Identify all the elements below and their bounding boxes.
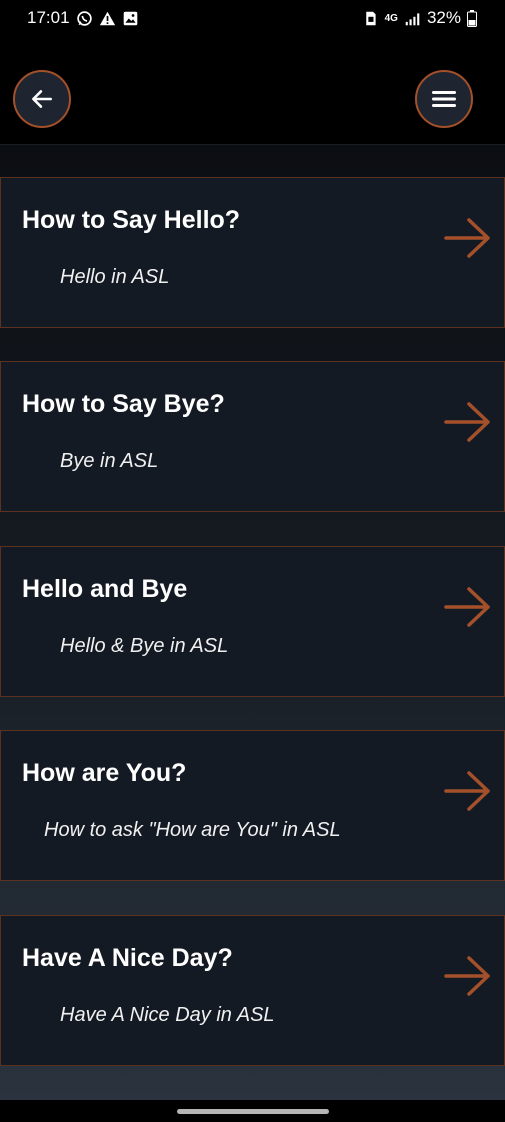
menu-button[interactable] xyxy=(415,70,473,128)
card-subtitle: Hello in ASL xyxy=(60,266,170,288)
battery-icon xyxy=(467,9,477,27)
arrow-right-icon[interactable] xyxy=(443,216,493,260)
card-title: How are You? xyxy=(22,759,187,787)
navigation-bar xyxy=(0,1100,505,1122)
arrow-right-icon[interactable] xyxy=(443,400,493,444)
warning-icon xyxy=(99,11,115,25)
lesson-card-how-are-you[interactable]: How are You? How to ask "How are You" in… xyxy=(0,730,505,881)
arrow-right-icon[interactable] xyxy=(443,769,493,813)
back-button[interactable] xyxy=(13,70,71,128)
lesson-card-hello-and-bye[interactable]: Hello and Bye Hello & Bye in ASL xyxy=(0,546,505,697)
lesson-card-have-a-nice-day[interactable]: Have A Nice Day? Have A Nice Day in ASL xyxy=(0,915,505,1066)
app-header xyxy=(0,38,505,145)
whatsapp-icon xyxy=(76,10,92,26)
card-subtitle: Bye in ASL xyxy=(60,450,159,472)
status-time: 17:01 xyxy=(27,8,70,27)
lesson-list: How to Say Hello? Hello in ASL How to Sa… xyxy=(0,145,505,1100)
network-4g-label: 4G xyxy=(384,12,398,24)
signal-icon xyxy=(405,12,420,25)
arrow-right-icon[interactable] xyxy=(443,585,493,629)
hamburger-menu-icon xyxy=(432,91,456,107)
card-title: Hello and Bye xyxy=(22,575,188,603)
arrow-right-icon[interactable] xyxy=(443,954,493,998)
card-subtitle: How to ask "How are You" in ASL xyxy=(44,819,341,841)
sim-icon xyxy=(365,11,376,25)
status-bar: 17:01 4G 32% xyxy=(0,0,505,38)
battery-percent: 32% xyxy=(426,8,461,27)
lesson-card-hello[interactable]: How to Say Hello? Hello in ASL xyxy=(0,177,505,328)
lesson-card-bye[interactable]: How to Say Bye? Bye in ASL xyxy=(0,361,505,512)
card-title: How to Say Bye? xyxy=(22,390,225,418)
card-title: Have A Nice Day? xyxy=(22,944,233,972)
card-title: How to Say Hello? xyxy=(22,206,241,234)
card-subtitle: Hello & Bye in ASL xyxy=(60,635,229,657)
card-subtitle: Have A Nice Day in ASL xyxy=(60,1004,275,1026)
arrow-left-icon xyxy=(32,90,52,108)
image-icon xyxy=(123,11,137,25)
home-gesture-handle[interactable] xyxy=(177,1109,329,1114)
